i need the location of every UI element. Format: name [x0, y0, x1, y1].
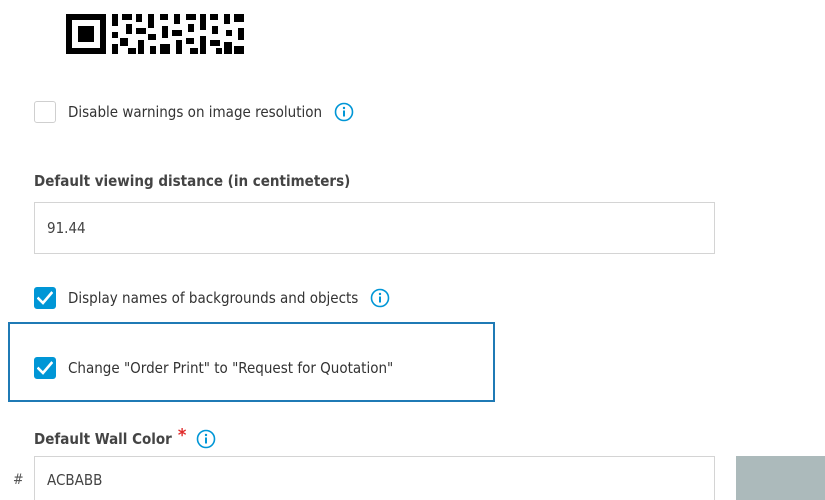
info-icon[interactable]: [370, 288, 390, 308]
viewing-distance-label-text: Default viewing distance (in centimeters…: [34, 172, 351, 190]
wall-color-swatch[interactable]: [736, 456, 825, 500]
wall-color-input[interactable]: ACBABB: [34, 456, 715, 500]
checkmark-icon: [37, 361, 53, 375]
hash-prefix: #: [13, 472, 24, 488]
settings-panel: Disable warnings on image resolution Def…: [0, 0, 825, 500]
qr-code-icon: [66, 14, 244, 54]
viewing-distance-value: 91.44: [47, 219, 86, 237]
display-names-checkbox[interactable]: [34, 287, 56, 309]
info-icon[interactable]: [334, 102, 354, 122]
change-order-print-checkbox[interactable]: [34, 357, 56, 379]
viewing-distance-label: Default viewing distance (in centimeters…: [34, 172, 350, 190]
wall-color-value: ACBABB: [47, 471, 103, 489]
viewing-distance-input[interactable]: 91.44: [34, 202, 715, 254]
disable-warnings-checkbox[interactable]: [34, 101, 56, 123]
wall-color-label: Default Wall Color *: [34, 425, 216, 449]
change-order-print-option: Change "Order Print" to "Request for Quo…: [34, 357, 393, 379]
display-names-label: Display names of backgrounds and objects: [68, 289, 359, 307]
checkmark-icon: [37, 291, 53, 305]
info-icon[interactable]: [196, 429, 216, 449]
wall-color-label-text: Default Wall Color: [34, 429, 172, 448]
display-names-option: Display names of backgrounds and objects: [34, 287, 390, 309]
disable-warnings-option: Disable warnings on image resolution: [34, 101, 354, 123]
required-mark: *: [177, 425, 187, 446]
change-order-print-label: Change "Order Print" to "Request for Quo…: [68, 359, 394, 377]
disable-warnings-label: Disable warnings on image resolution: [68, 103, 323, 121]
